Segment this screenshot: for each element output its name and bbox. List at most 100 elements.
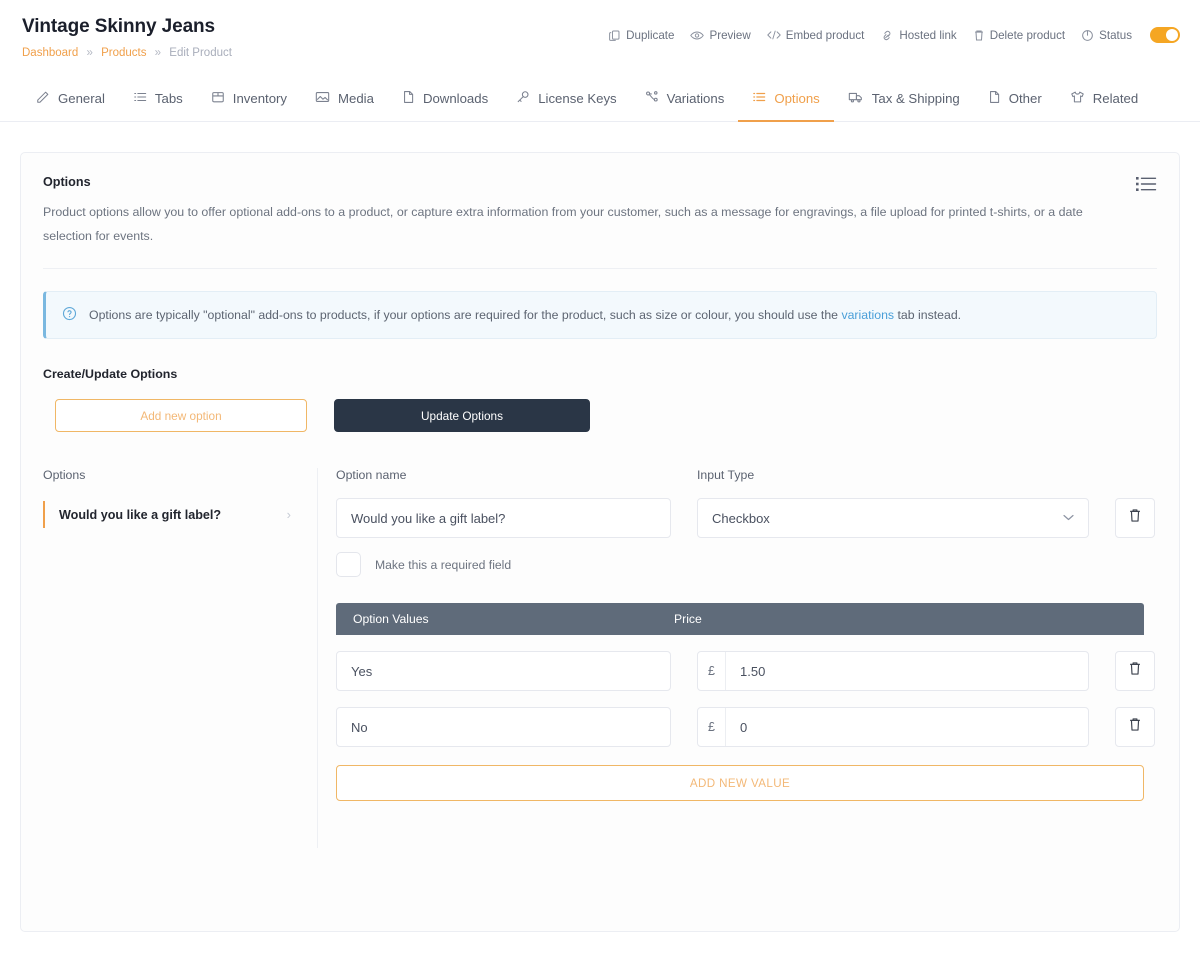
options-body: Options Would you like a gift label? › O… bbox=[21, 468, 1179, 888]
breadcrumb-dashboard[interactable]: Dashboard bbox=[22, 47, 78, 59]
breadcrumb-separator: » bbox=[155, 47, 161, 59]
option-name-field-group: Option name Would you like a gift label? bbox=[336, 468, 671, 538]
tab-label: License Keys bbox=[538, 91, 616, 106]
option-name-label: Option name bbox=[336, 468, 671, 482]
divider bbox=[43, 268, 1157, 269]
status-control[interactable]: Status bbox=[1081, 29, 1132, 42]
tab-label: Tabs bbox=[155, 91, 183, 106]
currency-symbol: £ bbox=[698, 652, 726, 690]
delete-value-button[interactable] bbox=[1115, 651, 1155, 691]
add-new-option-button[interactable]: Add new option bbox=[55, 399, 307, 432]
trash-icon bbox=[1128, 508, 1142, 528]
breadcrumb-current: Edit Product bbox=[169, 47, 232, 59]
options-list-view-icon[interactable] bbox=[1135, 175, 1157, 198]
options-action-buttons: Add new option Update Options bbox=[55, 399, 1179, 432]
delete-value-button[interactable] bbox=[1115, 707, 1155, 747]
tab-other[interactable]: Other bbox=[974, 79, 1056, 122]
tab-label: Inventory bbox=[233, 91, 287, 106]
tab-label: General bbox=[58, 91, 105, 106]
delete-product-button[interactable]: Delete product bbox=[973, 29, 1065, 42]
tab-label: Options bbox=[774, 91, 819, 106]
edit-icon bbox=[36, 90, 50, 107]
eye-icon bbox=[690, 29, 704, 42]
input-type-field-group: Input Type Checkbox bbox=[697, 468, 1089, 538]
option-value-input[interactable]: Yes bbox=[336, 651, 671, 691]
tab-related[interactable]: Related bbox=[1056, 79, 1152, 122]
hosted-link-label: Hosted link bbox=[899, 29, 956, 42]
file-icon bbox=[402, 90, 415, 107]
box-icon bbox=[211, 90, 225, 107]
breadcrumb-products[interactable]: Products bbox=[101, 47, 146, 59]
breadcrumb-separator: » bbox=[86, 47, 92, 59]
option-form-top-row: Option name Would you like a gift label?… bbox=[336, 468, 1157, 538]
tab-label: Related bbox=[1093, 91, 1138, 106]
options-card-header: Options Product options allow you to off… bbox=[21, 153, 1179, 248]
page-header: Vintage Skinny Jeans Dashboard » Product… bbox=[0, 0, 1200, 61]
tab-variations[interactable]: Variations bbox=[631, 79, 739, 122]
link-icon bbox=[880, 29, 894, 42]
help-circle-icon bbox=[62, 306, 77, 324]
page-root: Vintage Skinny Jeans Dashboard » Product… bbox=[0, 0, 1200, 967]
alert-text-after: tab instead. bbox=[894, 308, 961, 322]
add-new-value-button[interactable]: ADD NEW VALUE bbox=[336, 765, 1144, 801]
option-value-row: No £ 0 bbox=[336, 691, 1157, 747]
option-price-input-group[interactable]: £ 0 bbox=[697, 707, 1089, 747]
options-list-panel: Options Would you like a gift label? › bbox=[43, 468, 318, 848]
tab-label: Other bbox=[1009, 91, 1042, 106]
column-header-option-values: Option Values bbox=[336, 612, 671, 626]
delete-option-button[interactable] bbox=[1115, 498, 1155, 538]
chevron-down-icon bbox=[1063, 512, 1074, 524]
spacer bbox=[1115, 468, 1157, 482]
copy-icon bbox=[608, 29, 621, 42]
options-list-label: Options bbox=[43, 468, 299, 482]
options-description: Product options allow you to offer optio… bbox=[43, 200, 1123, 248]
options-list-item-label: Would you like a gift label? bbox=[59, 508, 221, 522]
alert-text-before: Options are typically "optional" add-ons… bbox=[89, 308, 841, 322]
required-field-checkbox[interactable] bbox=[336, 552, 361, 577]
trash-icon bbox=[1128, 717, 1142, 737]
duplicate-button[interactable]: Duplicate bbox=[608, 29, 674, 42]
embed-product-label: Embed product bbox=[786, 29, 865, 42]
tab-label: Variations bbox=[667, 91, 725, 106]
update-options-button[interactable]: Update Options bbox=[334, 399, 590, 432]
option-name-input[interactable]: Would you like a gift label? bbox=[336, 498, 671, 538]
embed-product-button[interactable]: Embed product bbox=[767, 29, 865, 42]
variations-link[interactable]: variations bbox=[841, 308, 894, 322]
tab-media[interactable]: Media bbox=[301, 79, 388, 122]
status-toggle-knob bbox=[1166, 29, 1178, 41]
document-icon bbox=[988, 90, 1001, 107]
option-values-table: Option Values Price Yes £ 1.50 bbox=[336, 603, 1157, 801]
column-header-price: Price bbox=[671, 612, 702, 626]
input-type-label: Input Type bbox=[697, 468, 1089, 482]
tab-options[interactable]: Options bbox=[738, 79, 833, 122]
tab-tax-shipping[interactable]: Tax & Shipping bbox=[834, 79, 974, 122]
shirt-icon bbox=[1070, 90, 1085, 107]
tab-license-keys[interactable]: License Keys bbox=[502, 79, 630, 122]
alert-text: Options are typically "optional" add-ons… bbox=[89, 308, 961, 322]
option-price-input[interactable]: 1.50 bbox=[726, 664, 765, 679]
power-icon bbox=[1081, 29, 1094, 42]
delete-product-label: Delete product bbox=[990, 29, 1065, 42]
options-list-item[interactable]: Would you like a gift label? › bbox=[43, 501, 299, 528]
tab-tabs[interactable]: Tabs bbox=[119, 79, 197, 122]
status-toggle[interactable] bbox=[1150, 27, 1180, 43]
tab-general[interactable]: General bbox=[22, 79, 119, 122]
preview-button[interactable]: Preview bbox=[690, 29, 750, 42]
tab-label: Downloads bbox=[423, 91, 488, 106]
hosted-link-button[interactable]: Hosted link bbox=[880, 29, 956, 42]
input-type-select[interactable]: Checkbox bbox=[697, 498, 1089, 538]
list-icon bbox=[133, 90, 147, 107]
trash-icon bbox=[1128, 661, 1142, 681]
branch-icon bbox=[645, 90, 659, 107]
tab-downloads[interactable]: Downloads bbox=[388, 79, 502, 122]
breadcrumb: Dashboard » Products » Edit Product bbox=[22, 45, 1178, 61]
option-value-input[interactable]: No bbox=[336, 707, 671, 747]
key-icon bbox=[516, 90, 530, 107]
tab-inventory[interactable]: Inventory bbox=[197, 79, 301, 122]
option-price-input-group[interactable]: £ 1.50 bbox=[697, 651, 1089, 691]
option-values-table-header: Option Values Price bbox=[336, 603, 1144, 635]
option-price-input[interactable]: 0 bbox=[726, 720, 747, 735]
options-title: Options bbox=[43, 175, 1157, 189]
trash-icon bbox=[973, 29, 985, 42]
option-value-row: Yes £ 1.50 bbox=[336, 635, 1157, 691]
